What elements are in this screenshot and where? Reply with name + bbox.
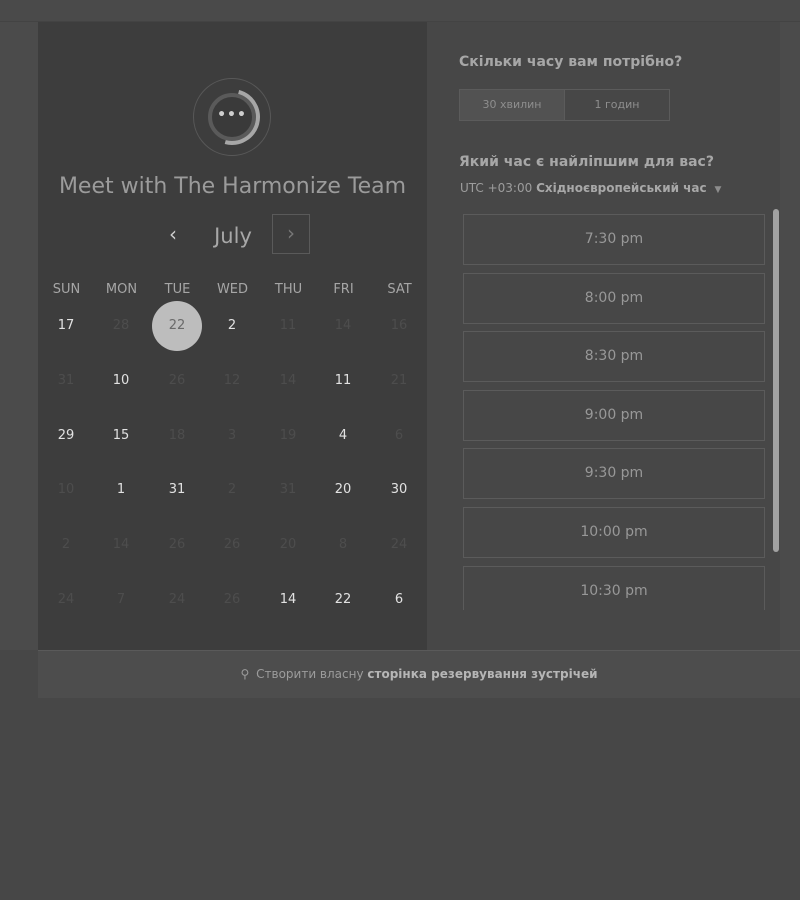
duration-question: Скільки часу вам потрібно? — [459, 54, 683, 70]
duration-selector: 30 хвилин 1 годин — [459, 89, 670, 121]
host-avatar: ••• — [193, 78, 271, 156]
weekday-header: FRI — [333, 282, 354, 297]
date-cell[interactable]: 29 — [44, 416, 88, 456]
date-cell: 3 — [227, 428, 237, 443]
date-cell[interactable]: 20 — [321, 470, 365, 510]
date-cell: 28 — [112, 318, 130, 333]
time-slot[interactable]: 9:00 pm — [463, 390, 765, 441]
date-cell: 6 — [394, 428, 404, 443]
month-label: July — [214, 224, 252, 248]
date-cell[interactable]: 14 — [266, 580, 310, 620]
date-cell: 19 — [279, 428, 297, 443]
date-cell[interactable]: 2 — [210, 306, 254, 346]
date-cell: 11 — [279, 318, 297, 333]
weekday-header: TUE — [164, 282, 191, 297]
date-cell: 7 — [116, 592, 126, 607]
date-cell[interactable]: 6 — [377, 580, 421, 620]
date-cell[interactable]: 17 — [44, 306, 88, 346]
time-slot[interactable]: 7:30 pm — [463, 214, 765, 265]
time-question: Який час є найліпшим для вас? — [459, 154, 714, 170]
time-slot-list: 7:30 pm 8:00 pm 8:30 pm 9:00 pm 9:30 pm … — [463, 214, 765, 610]
date-cell: 26 — [223, 592, 241, 607]
date-cell[interactable]: 4 — [321, 416, 365, 456]
timezone-name: Східноєвропейський час — [536, 181, 707, 195]
date-cell[interactable]: 22 — [321, 580, 365, 620]
date-cell: 12 — [223, 373, 241, 388]
date-cell: 31 — [57, 373, 75, 388]
date-cell: 2 — [227, 482, 237, 497]
date-cell: 26 — [223, 537, 241, 552]
selected-date[interactable]: 22 — [152, 301, 202, 351]
right-gutter — [780, 22, 800, 650]
caret-down-icon: ▼ — [714, 185, 722, 195]
date-cell: 2 — [61, 537, 71, 552]
time-slot[interactable]: 9:30 pm — [463, 448, 765, 499]
footer-link[interactable]: сторінка резервування зустрічей — [367, 667, 597, 681]
weekday-header: MON — [105, 282, 138, 297]
weekday-header: WED — [216, 282, 249, 297]
timezone-selector[interactable]: UTC +03:00 Східноєвропейський час ▼ — [460, 181, 721, 195]
next-month-button[interactable]: › — [272, 214, 310, 254]
date-cell: 31 — [279, 482, 297, 497]
timezone-offset: UTC +03:00 — [460, 181, 533, 195]
date-cell: 14 — [112, 537, 130, 552]
time-slot[interactable]: 10:30 pm — [463, 566, 765, 610]
date-cell: 16 — [390, 318, 408, 333]
prev-month-button[interactable]: ‹ — [160, 222, 186, 248]
duration-1-hour-button[interactable]: 1 годин — [565, 90, 669, 120]
weekday-header: THU — [274, 282, 303, 297]
date-cell[interactable]: 30 — [377, 470, 421, 510]
date-cell[interactable]: 10 — [99, 361, 143, 401]
date-cell[interactable]: 11 — [321, 361, 365, 401]
more-dots-icon: ••• — [217, 107, 247, 123]
top-bar — [0, 0, 800, 22]
weekday-header: SUN — [52, 282, 81, 297]
date-cell: 14 — [279, 373, 297, 388]
hubspot-sprocket-icon: ⚲ — [240, 667, 250, 681]
date-cell: 24 — [168, 592, 186, 607]
date-cell: 26 — [168, 537, 186, 552]
date-cell[interactable]: 1 — [99, 470, 143, 510]
date-cell: 18 — [168, 428, 186, 443]
date-cell[interactable]: 15 — [99, 416, 143, 456]
footer-prefix: Створити власну — [256, 667, 364, 681]
date-cell: 8 — [338, 537, 348, 552]
date-cell: 10 — [57, 482, 75, 497]
footer-bar: ⚲ Створити власну сторінка резервування … — [38, 650, 800, 698]
date-cell: 24 — [57, 592, 75, 607]
meeting-title: Meet with The Harmonize Team — [58, 174, 407, 199]
left-gutter — [0, 22, 38, 650]
date-cell: 14 — [334, 318, 352, 333]
date-cell: 21 — [390, 373, 408, 388]
time-slot-scrollbar[interactable] — [773, 209, 779, 552]
duration-30-min-button[interactable]: 30 хвилин — [460, 90, 565, 120]
weekday-header: SAT — [387, 282, 412, 297]
time-slot[interactable]: 8:00 pm — [463, 273, 765, 324]
date-cell: 20 — [279, 537, 297, 552]
date-cell: 24 — [390, 537, 408, 552]
time-slot[interactable]: 10:00 pm — [463, 507, 765, 558]
time-slot[interactable]: 8:30 pm — [463, 331, 765, 382]
date-cell: 26 — [168, 373, 186, 388]
date-cell[interactable]: 31 — [155, 470, 199, 510]
